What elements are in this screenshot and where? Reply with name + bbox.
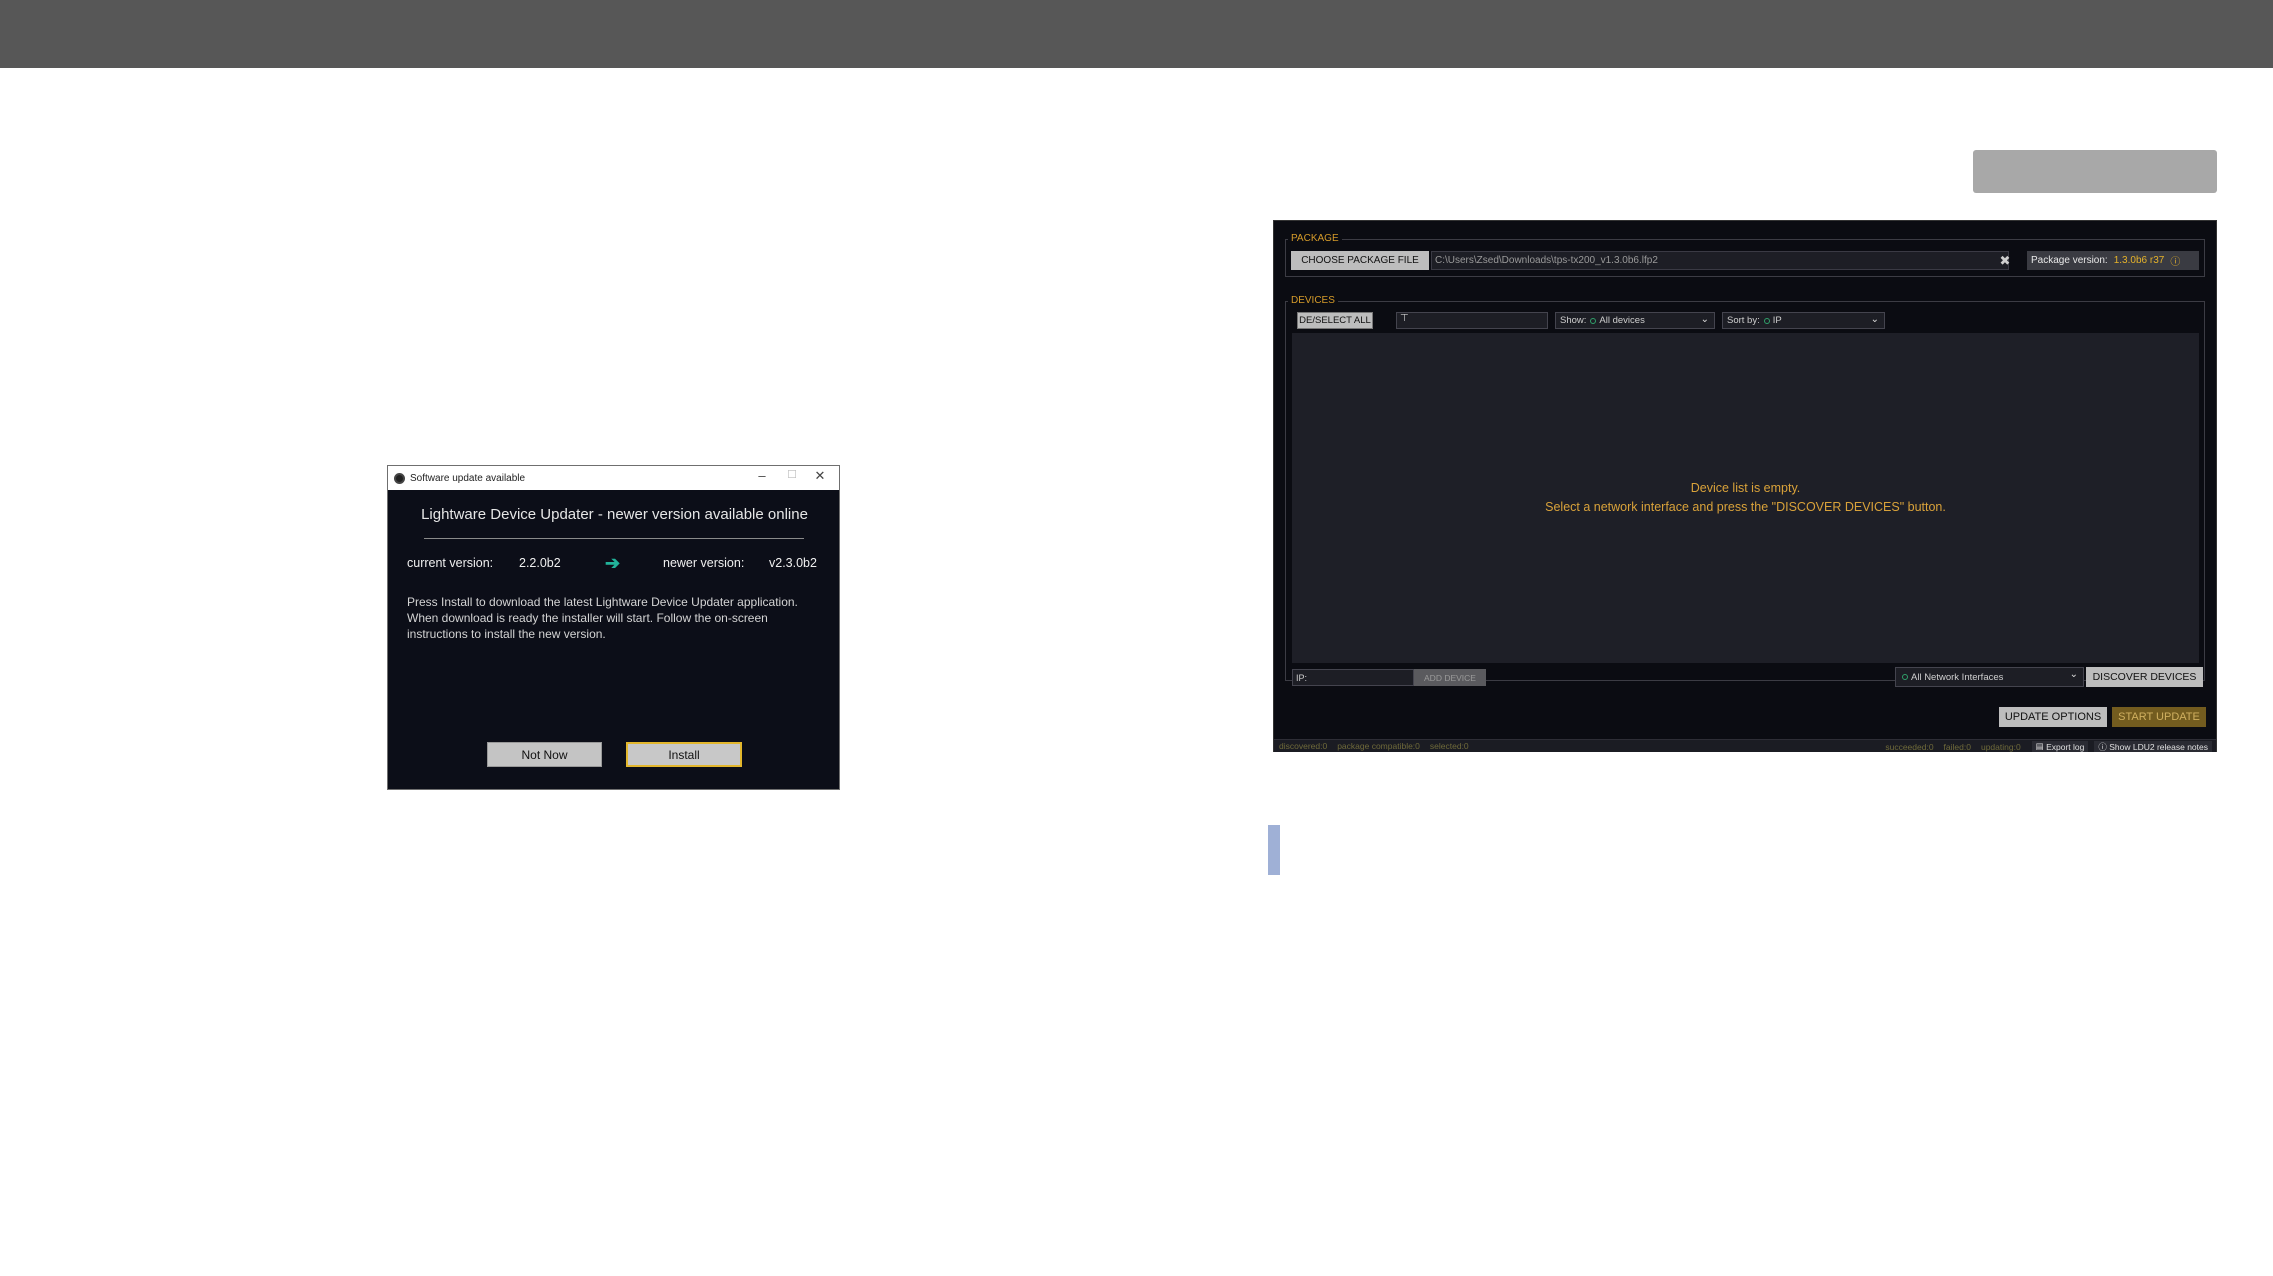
add-device-button[interactable]: ADD DEVICE bbox=[1414, 669, 1486, 686]
arrow-right-icon: ➔ bbox=[605, 553, 621, 573]
start-update-button[interactable]: START UPDATE bbox=[2112, 707, 2206, 727]
package-version-label: Package version: bbox=[2031, 255, 2108, 266]
dialog-titlebar: Software update available – ☐ ✕ bbox=[388, 466, 839, 490]
choose-package-button[interactable]: CHOOSE PACKAGE FILE bbox=[1291, 251, 1429, 270]
discover-devices-button[interactable]: DISCOVER DEVICES bbox=[2086, 667, 2203, 687]
package-legend: PACKAGE bbox=[1288, 233, 1342, 244]
show-label: Show: bbox=[1560, 315, 1587, 326]
package-version-value: 1.3.0b6 r37 bbox=[2113, 255, 2165, 266]
current-version-label: current version: bbox=[407, 556, 494, 570]
accent-bar bbox=[1268, 825, 1280, 875]
sort-value: IP bbox=[1772, 315, 1782, 326]
empty-message-hint: Select a network interface and press the… bbox=[1545, 500, 1946, 514]
sort-select[interactable]: Sort by: IP ⌄ bbox=[1722, 312, 1885, 329]
release-notes-label: Show LDU2 release notes bbox=[2109, 741, 2208, 752]
newer-version-label: newer version: bbox=[663, 556, 745, 570]
status-dot-icon bbox=[1590, 317, 1597, 324]
filter-icon: ⊤ bbox=[1400, 313, 1409, 324]
device-list[interactable]: Device list is empty. Select a network i… bbox=[1292, 333, 2199, 663]
status-failed: failed:0 bbox=[1943, 741, 1971, 752]
status-succeeded: succeeded:0 bbox=[1885, 741, 1934, 752]
export-log-label: Export log bbox=[2046, 741, 2085, 752]
minimize-icon[interactable]: – bbox=[752, 468, 772, 483]
package-path-field[interactable]: C:\Users\Zsed\Downloads\tps-tx200_v1.3.0… bbox=[1431, 251, 2009, 270]
top-bar bbox=[0, 0, 2273, 68]
empty-message-title: Device list is empty. bbox=[1690, 481, 1801, 495]
release-notes-button[interactable]: ⓘ Show LDU2 release notes bbox=[2094, 741, 2212, 752]
package-version-box: Package version: 1.3.0b6 r37 ⓘ bbox=[2027, 251, 2199, 270]
device-filter-input[interactable]: ⊤ bbox=[1396, 312, 1548, 329]
current-version-value: 2.2.0b2 bbox=[519, 556, 561, 570]
devices-legend: DEVICES bbox=[1288, 295, 1338, 306]
network-interface-value: All Network Interfaces bbox=[1911, 671, 2004, 683]
show-value: All devices bbox=[1599, 315, 1645, 326]
deselect-all-button[interactable]: DE/SELECT ALL bbox=[1297, 312, 1373, 329]
status-dot-icon bbox=[1902, 674, 1908, 680]
newer-version-value: v2.3.0b2 bbox=[769, 556, 817, 570]
dialog-title: Software update available bbox=[410, 472, 526, 484]
ip-label: IP: bbox=[1296, 672, 1308, 683]
install-button[interactable]: Install bbox=[626, 742, 742, 767]
info-icon[interactable]: ⓘ bbox=[2170, 253, 2180, 268]
dialog-message: Press Install to download the latest Lig… bbox=[407, 595, 798, 641]
status-discovered: discovered:0 bbox=[1279, 741, 1328, 751]
info-icon: ⓘ bbox=[2098, 741, 2110, 752]
header-tab-placeholder bbox=[1973, 150, 2217, 193]
network-interface-select[interactable]: All Network Interfaces ⌄ bbox=[1895, 667, 2084, 687]
chevron-down-icon: ⌄ bbox=[1700, 314, 1709, 325]
divider bbox=[424, 538, 804, 539]
software-update-dialog: Software update available – ☐ ✕ Lightwar… bbox=[387, 465, 840, 790]
status-compatible: package compatible:0 bbox=[1337, 741, 1420, 751]
status-bar: discovered:0 package compatible:0 select… bbox=[1274, 739, 2216, 752]
status-updating: updating:0 bbox=[1980, 741, 2021, 752]
lightware-logo-icon bbox=[394, 472, 405, 484]
maximize-icon[interactable]: ☐ bbox=[782, 468, 802, 481]
show-select[interactable]: Show: All devices ⌄ bbox=[1555, 312, 1715, 329]
chevron-down-icon: ⌄ bbox=[1870, 314, 1879, 325]
file-icon: ▤ bbox=[2035, 741, 2047, 751]
update-options-button[interactable]: UPDATE OPTIONS bbox=[1999, 707, 2107, 727]
clear-icon[interactable]: ✖ bbox=[1997, 251, 2013, 270]
close-icon[interactable]: ✕ bbox=[810, 468, 830, 484]
status-right-group: succeeded:0 failed:0 updating:0 ▤ Export… bbox=[1880, 740, 2212, 753]
export-log-button[interactable]: ▤ Export log bbox=[2031, 741, 2089, 752]
chevron-down-icon: ⌄ bbox=[2069, 669, 2078, 680]
dialog-heading: Lightware Device Updater - newer version… bbox=[421, 506, 808, 523]
not-now-button[interactable]: Not Now bbox=[487, 742, 602, 767]
status-selected: selected:0 bbox=[1429, 741, 1469, 751]
status-dot-icon bbox=[1763, 317, 1770, 324]
ldu2-window: PACKAGE CHOOSE PACKAGE FILE C:\Users\Zse… bbox=[1273, 220, 2217, 752]
sort-label: Sort by: bbox=[1727, 315, 1760, 326]
ip-input[interactable]: IP: bbox=[1292, 669, 1414, 686]
